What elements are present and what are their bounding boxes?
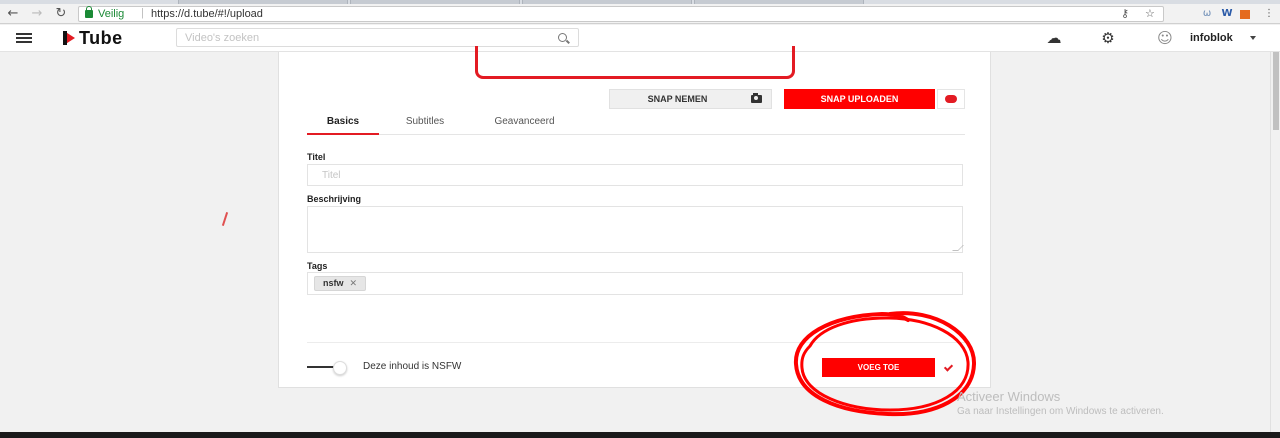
nsfw-toggle[interactable] (307, 360, 351, 375)
star-icon[interactable]: ☆ (1145, 7, 1155, 20)
browser-menu-icon[interactable]: ⋮ (1262, 8, 1276, 20)
forward-arrow-icon[interactable]: → (29, 6, 45, 22)
extension-w-icon[interactable]: ω (1200, 8, 1214, 20)
logo-text: Tube (79, 28, 123, 48)
search-input[interactable] (185, 31, 545, 45)
tag-chip: nsfw ✕ (314, 276, 367, 291)
tags-input[interactable]: nsfw ✕ (307, 272, 963, 295)
snap-upload-button[interactable]: SNAP UPLOADEN (784, 89, 935, 109)
tab-basics[interactable]: Basics (307, 113, 379, 135)
username[interactable]: infoblok (1190, 32, 1233, 44)
description-textarea[interactable] (308, 207, 962, 252)
tag-text: nsfw (323, 278, 344, 288)
cloud-upload-icon[interactable]: ☁ (1043, 28, 1065, 48)
snap-upload-icon-button[interactable] (937, 89, 965, 109)
watermark-title: Activeer Windows (957, 389, 1061, 404)
tab-subtitles[interactable]: Subtitles (389, 113, 461, 135)
tab-advanced[interactable]: Geavanceerd (477, 113, 572, 135)
snap-take-label: SNAP NEMEN (647, 94, 708, 104)
thumbnail-preview-frame (475, 46, 795, 79)
watermark-subtitle: Ga naar Instellingen om Windows te activ… (957, 406, 1164, 417)
upload-tabs: Basics Subtitles Geavanceerd (307, 113, 965, 135)
chevron-down-icon[interactable] (1250, 36, 1256, 40)
tags-label: Tags (307, 261, 328, 271)
play-logo-icon (63, 31, 75, 45)
search-box[interactable] (176, 28, 579, 47)
gears-icon[interactable]: ⚙ (1097, 28, 1119, 48)
browser-toolbar: ← → ↻ Veilig | https://d.tube/#!/upload … (0, 4, 1280, 24)
address-bar[interactable]: Veilig | https://d.tube/#!/upload ⚷ ☆ (78, 6, 1164, 22)
windows-activation-watermark: Activeer Windows Ga naar Instellingen om… (957, 389, 1164, 417)
url-text[interactable]: https://d.tube/#!/upload (151, 8, 263, 20)
hamburger-menu-icon[interactable] (16, 33, 32, 44)
title-field-box (307, 164, 963, 186)
search-icon[interactable] (558, 33, 567, 42)
close-icon[interactable]: ✕ (350, 278, 358, 291)
toggle-knob (333, 361, 347, 375)
taskbar-edge (0, 432, 1280, 438)
snap-take-button[interactable]: SNAP NEMEN (609, 89, 772, 109)
page-scrollbar[interactable] (1270, 52, 1280, 432)
url-separator: | (141, 7, 144, 19)
cloud-upload-icon (945, 95, 957, 103)
camera-icon (751, 93, 762, 103)
extension-wp-icon[interactable]: W (1220, 8, 1234, 20)
description-field-box (307, 206, 964, 253)
stray-pen-mark (221, 212, 229, 226)
reload-icon[interactable]: ↻ (53, 6, 69, 22)
description-label: Beschrijving (307, 194, 362, 204)
nsfw-label: Deze inhoud is NSFW (363, 361, 462, 372)
extension-rss-icon[interactable] (1240, 10, 1250, 19)
annotation-circle (793, 311, 977, 417)
snap-upload-label: SNAP UPLOADEN (820, 94, 899, 104)
scrollbar-thumb[interactable] (1273, 52, 1279, 130)
avatar[interactable]: ☺ (1152, 28, 1178, 48)
title-input[interactable] (308, 165, 962, 185)
key-icon[interactable]: ⚷ (1121, 7, 1129, 20)
lock-icon (85, 6, 93, 18)
secure-label: Veilig (98, 8, 125, 20)
title-label: Titel (307, 152, 326, 162)
back-arrow-icon[interactable]: ← (5, 6, 21, 22)
